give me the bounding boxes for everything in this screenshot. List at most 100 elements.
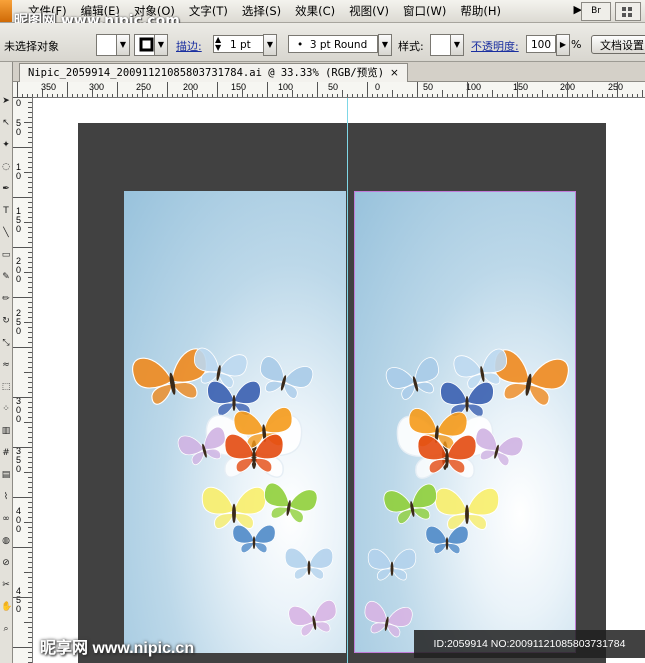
stepper-icon[interactable]: ▲ ▼ bbox=[215, 36, 221, 52]
document-settings-button[interactable]: 文档设置 bbox=[591, 35, 645, 54]
ruler-tick bbox=[28, 102, 32, 103]
ruler-tick bbox=[442, 90, 443, 97]
ruler-tick bbox=[407, 94, 408, 97]
hand-tool-icon[interactable]: ✋ bbox=[1, 602, 12, 613]
artboard-left[interactable] bbox=[124, 191, 346, 653]
live-paint-tool-icon[interactable]: ◍ bbox=[1, 536, 11, 547]
menu-help[interactable]: 帮助(H) bbox=[460, 3, 501, 19]
stroke-dropdown[interactable]: ▼ bbox=[154, 34, 168, 56]
lasso-tool-icon[interactable]: ◌ bbox=[1, 162, 11, 173]
opacity-dropdown[interactable]: ▶ bbox=[556, 34, 570, 56]
menu-type[interactable]: 文字(T) bbox=[189, 3, 228, 19]
scale-tool-icon[interactable]: ⤡ bbox=[1, 338, 11, 349]
ruler-tick bbox=[247, 94, 248, 97]
stroke-label[interactable]: 描边: bbox=[176, 38, 202, 54]
ruler-label: 0 bbox=[16, 326, 22, 336]
bridge-button[interactable]: Br bbox=[581, 2, 611, 21]
ruler-tick bbox=[602, 94, 603, 97]
ruler-tick bbox=[24, 472, 32, 473]
ruler-tick bbox=[28, 492, 32, 493]
ruler-tick bbox=[457, 94, 458, 97]
butterfly-wing bbox=[253, 542, 268, 553]
ruler-tick bbox=[527, 94, 528, 97]
direct-select-tool-icon[interactable]: ↖ bbox=[1, 118, 11, 129]
ruler-label: 100 bbox=[466, 82, 482, 92]
opacity-field[interactable]: 100 bbox=[526, 35, 556, 53]
pencil-tool-icon[interactable]: ✏ bbox=[1, 294, 11, 305]
ruler-tick bbox=[352, 94, 353, 97]
butterfly-wing bbox=[434, 487, 468, 516]
opacity-label[interactable]: 不透明度: bbox=[471, 38, 519, 54]
butterfly-wing bbox=[214, 512, 235, 529]
ruler-tick bbox=[377, 94, 378, 97]
horizontal-ruler: 350 300 250 200 150 100 50 0 50 100 150 … bbox=[13, 82, 645, 98]
ruler-tick bbox=[28, 137, 32, 138]
ruler-tick bbox=[28, 507, 32, 508]
ruler-tick bbox=[572, 94, 573, 97]
scissors-tool-icon[interactable]: ✂ bbox=[1, 580, 11, 591]
ruler-tick bbox=[607, 94, 608, 97]
artboard-right[interactable] bbox=[354, 191, 576, 653]
ruler-tick bbox=[492, 90, 493, 97]
eyedropper-tool-icon[interactable]: ⌇ bbox=[1, 492, 11, 503]
ruler-tick bbox=[497, 94, 498, 97]
brush-field[interactable]: • 3 pt Round bbox=[288, 35, 378, 53]
ruler-tick bbox=[24, 522, 32, 523]
ruler-tick bbox=[307, 94, 308, 97]
document-tab[interactable]: Nipic_2059914_20091121085803731784.ai @ … bbox=[19, 63, 408, 82]
ruler-tick bbox=[28, 542, 32, 543]
butterfly-body bbox=[445, 450, 449, 468]
style-dropdown[interactable]: ▼ bbox=[450, 34, 464, 56]
line-tool-icon[interactable]: ╲ bbox=[1, 228, 11, 239]
ruler-label: 250 bbox=[136, 82, 152, 92]
ruler-tick bbox=[402, 94, 403, 97]
slice-tool-icon[interactable]: ⊘ bbox=[1, 558, 11, 569]
ruler-tick bbox=[472, 94, 473, 97]
warp-tool-icon[interactable]: ≈ bbox=[1, 360, 11, 371]
butterfly-wing bbox=[313, 621, 331, 633]
butterfly-icon bbox=[367, 549, 417, 581]
selection-tool-icon[interactable]: ➤ bbox=[1, 96, 11, 107]
menu-window[interactable]: 窗口(W) bbox=[403, 3, 446, 19]
menu-effect[interactable]: 效果(C) bbox=[295, 3, 335, 19]
paintbrush-tool-icon[interactable]: ✎ bbox=[1, 272, 11, 283]
mesh-tool-icon[interactable]: # bbox=[1, 448, 11, 459]
ruler-tick bbox=[392, 90, 393, 97]
ruler-tick bbox=[28, 252, 32, 253]
menu-view[interactable]: 视图(V) bbox=[349, 3, 389, 19]
ruler-tick bbox=[212, 94, 213, 97]
ruler-tick bbox=[257, 94, 258, 97]
ruler-tick bbox=[28, 337, 32, 338]
ruler-tick bbox=[13, 97, 32, 98]
fill-dropdown[interactable]: ▼ bbox=[116, 34, 130, 56]
rotate-tool-icon[interactable]: ↻ bbox=[1, 316, 11, 327]
symbol-sprayer-tool-icon[interactable]: ⁘ bbox=[1, 404, 11, 415]
rectangle-tool-icon[interactable]: ▭ bbox=[1, 250, 11, 261]
blend-tool-icon[interactable]: ∞ bbox=[1, 514, 11, 525]
canvas-workspace[interactable] bbox=[33, 98, 645, 663]
ruler-label: 200 bbox=[183, 82, 199, 92]
pen-tool-icon[interactable]: ✒ bbox=[1, 184, 11, 195]
stroke-weight-dropdown[interactable]: ▼ bbox=[263, 34, 277, 56]
workspace-grid-button[interactable] bbox=[615, 2, 641, 21]
brush-dropdown[interactable]: ▼ bbox=[378, 34, 392, 56]
graph-tool-icon[interactable]: ▥ bbox=[1, 426, 11, 437]
ruler-tick bbox=[112, 94, 113, 97]
ruler-tick bbox=[28, 437, 32, 438]
free-transform-tool-icon[interactable]: ⬚ bbox=[1, 382, 11, 393]
ruler-tick bbox=[42, 90, 43, 97]
gradient-tool-icon[interactable]: ▤ bbox=[1, 470, 11, 481]
ruler-tick bbox=[72, 94, 73, 97]
ruler-tick bbox=[13, 147, 32, 148]
ruler-tick bbox=[397, 94, 398, 97]
zoom-tool-icon[interactable]: ⌕ bbox=[1, 624, 11, 635]
type-tool-icon[interactable]: T bbox=[1, 206, 11, 217]
ruler-tick bbox=[28, 512, 32, 513]
close-icon[interactable]: × bbox=[390, 67, 399, 79]
ruler-tick bbox=[637, 94, 638, 97]
magic-wand-tool-icon[interactable]: ✦ bbox=[1, 140, 11, 151]
ruler-tick bbox=[13, 297, 32, 298]
menu-select[interactable]: 选择(S) bbox=[242, 3, 281, 19]
ruler-tick bbox=[28, 207, 32, 208]
butterfly-wing bbox=[233, 410, 265, 436]
